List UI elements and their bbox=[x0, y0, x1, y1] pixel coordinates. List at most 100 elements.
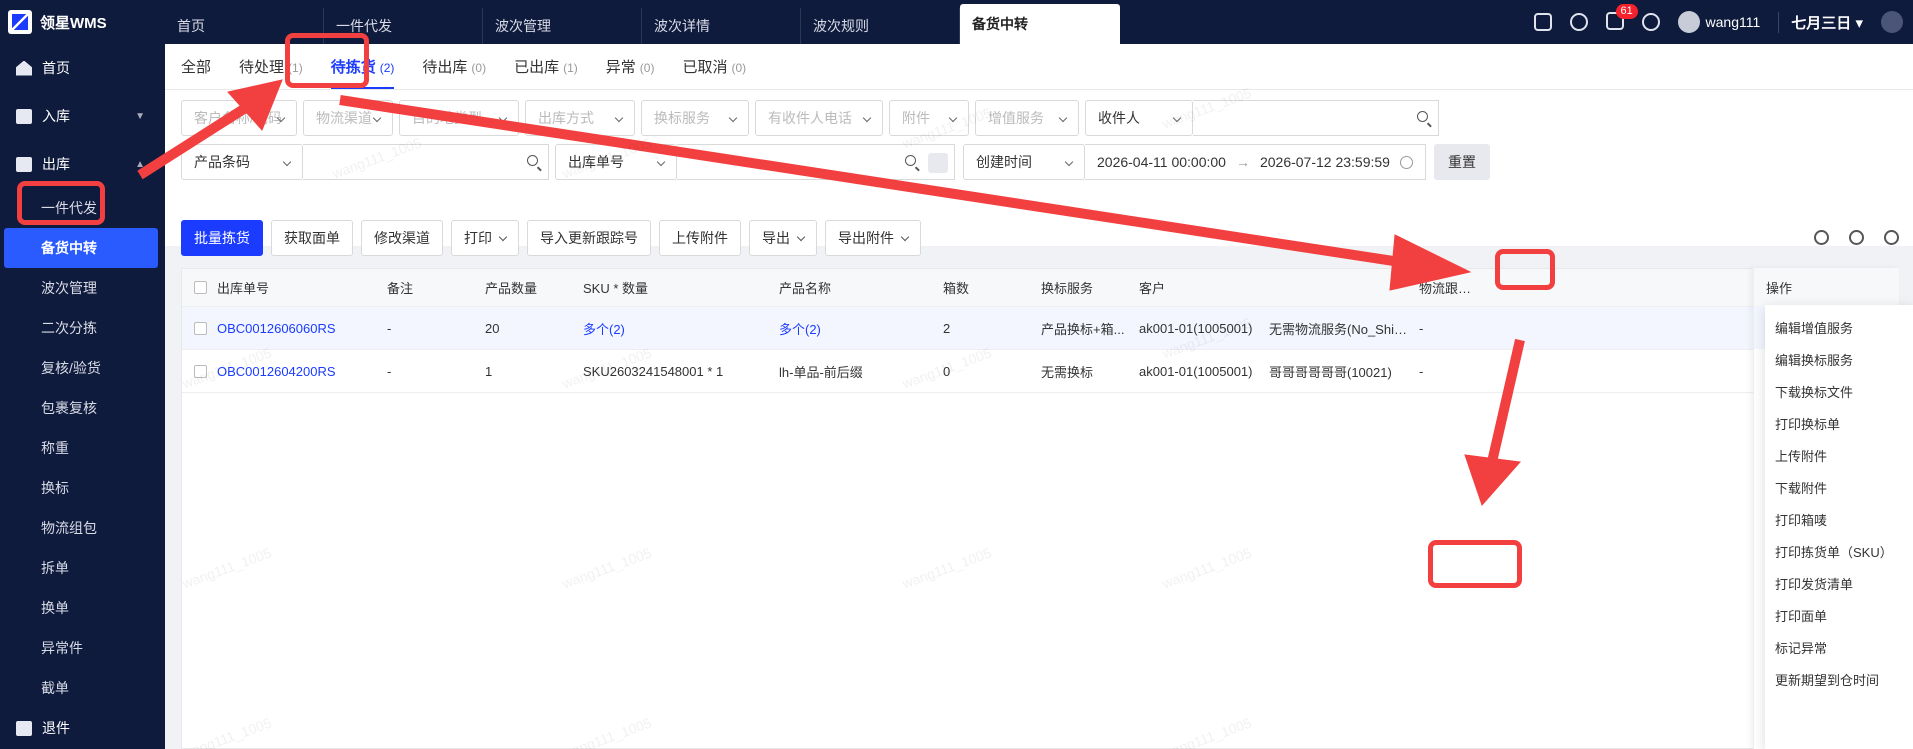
table-cell[interactable]: OBC0012606060RS bbox=[207, 321, 377, 336]
table-cell: 0 bbox=[943, 363, 951, 379]
sidebar-sub-12[interactable]: 截单 bbox=[0, 668, 165, 708]
sidebar-item-1[interactable]: 入库 ▼ bbox=[0, 92, 165, 140]
sidebar-sub-9[interactable]: 拆单 bbox=[0, 548, 165, 588]
notification-button[interactable]: 61 bbox=[1605, 3, 1638, 33]
sidebar-sub-1[interactable]: 备货中转 bbox=[4, 228, 158, 268]
status-tab-4[interactable]: 已出库 (1) bbox=[514, 56, 578, 77]
filter-channel[interactable]: 物流渠道 bbox=[303, 100, 393, 136]
table-row[interactable]: OBC0012604200RS -1 SKU2603241548001 * 1 lh-… bbox=[182, 350, 1897, 393]
recipient-select[interactable]: 收件人 bbox=[1085, 100, 1193, 136]
date-selector[interactable]: 七月三日 ▾ bbox=[1778, 11, 1863, 33]
toolbar-button-4[interactable]: 导入更新跟踪号 bbox=[527, 220, 651, 256]
product-select[interactable]: 产品条码 bbox=[181, 144, 303, 180]
sidebar-sub-10[interactable]: 换单 bbox=[0, 588, 165, 628]
table-cell[interactable]: 多个(2) bbox=[573, 319, 769, 338]
filter-relabel-service[interactable]: 换标服务 bbox=[641, 100, 749, 136]
app-name: 领星WMS bbox=[40, 14, 107, 32]
filter-vas[interactable]: 增值服务 bbox=[975, 100, 1079, 136]
dropdown-item-2[interactable]: 下载换标文件 bbox=[1765, 375, 1913, 407]
dropdown-item-7[interactable]: 打印拣货单（SKU） bbox=[1765, 535, 1913, 567]
select-all-checkbox[interactable] bbox=[194, 281, 207, 294]
refresh-icon[interactable] bbox=[1814, 230, 1829, 245]
gear-icon[interactable] bbox=[1641, 13, 1660, 31]
filter-recipient-phone[interactable]: 有收件人电话 bbox=[755, 100, 883, 136]
product-input[interactable] bbox=[303, 144, 549, 180]
status-tab-3[interactable]: 待出库 (0) bbox=[422, 56, 486, 77]
sidebar-item-return[interactable]: 退件 bbox=[0, 708, 165, 748]
filter-destination-type[interactable]: 目的地类型 bbox=[399, 100, 519, 136]
sidebar-sub-2[interactable]: 波次管理 bbox=[0, 268, 165, 308]
app-logo[interactable]: 领星WMS bbox=[0, 0, 165, 44]
table-row[interactable]: OBC0012606060RS -20 多个(2) 多个(2) 2 产品换标+箱... ak… bbox=[182, 307, 1897, 350]
toolbar-button-2[interactable]: 修改渠道 bbox=[361, 220, 443, 256]
order-input[interactable] bbox=[677, 144, 955, 180]
dropdown-item-10[interactable]: 标记异常 bbox=[1765, 631, 1913, 663]
table-cell[interactable]: OBC0012604200RS bbox=[207, 364, 377, 379]
dropdown-item-8[interactable]: 打印发货清单 bbox=[1765, 567, 1913, 599]
notification-badge: 61 bbox=[1615, 3, 1638, 19]
highlight-box bbox=[17, 181, 105, 225]
order-select[interactable]: 出库单号 bbox=[555, 144, 677, 180]
download-icon[interactable] bbox=[1569, 13, 1588, 31]
dropdown-item-5[interactable]: 下载附件 bbox=[1765, 471, 1913, 503]
time-type-select[interactable]: 创建时间 bbox=[963, 144, 1085, 180]
row-checkbox[interactable] bbox=[194, 364, 207, 378]
start-date: 2026-04-11 00:00:00 bbox=[1097, 154, 1226, 170]
dropdown-item-3[interactable]: 打印换标单 bbox=[1765, 407, 1913, 439]
highlight-box bbox=[285, 33, 369, 88]
tab-4[interactable]: 波次规则 bbox=[801, 8, 960, 44]
sidebar-sub-6[interactable]: 称重 bbox=[0, 428, 165, 468]
dropdown-item-6[interactable]: 打印箱唛 bbox=[1765, 503, 1913, 535]
toolbar-button-0[interactable]: 批量拣货 bbox=[181, 220, 263, 256]
filter-outbound-method[interactable]: 出库方式 bbox=[525, 100, 635, 136]
dropdown-item-1[interactable]: 编辑换标服务 bbox=[1765, 343, 1913, 375]
toolbar-button-1[interactable]: 获取面单 bbox=[271, 220, 353, 256]
search-icon[interactable] bbox=[1881, 11, 1903, 33]
multi-line-icon[interactable] bbox=[928, 153, 948, 173]
tab-3[interactable]: 波次详情 bbox=[642, 8, 801, 44]
dropdown-item-9[interactable]: 打印面单 bbox=[1765, 599, 1913, 631]
sidebar-sub-5[interactable]: 包裹复核 bbox=[0, 388, 165, 428]
sidebar-sub-7[interactable]: 换标 bbox=[0, 468, 165, 508]
dropdown-item-11[interactable]: 更新期望到仓时间 bbox=[1765, 663, 1913, 695]
sidebar-sub-3[interactable]: 二次分拣 bbox=[0, 308, 165, 348]
status-tab-6[interactable]: 已取消 (0) bbox=[682, 56, 746, 77]
date-range-picker[interactable]: 2026-04-11 00:00:00 → 2026-07-12 23:59:5… bbox=[1085, 144, 1426, 180]
recipient-input[interactable] bbox=[1193, 100, 1439, 136]
user-menu[interactable]: wang111 bbox=[1677, 11, 1760, 33]
toolbar-button-7[interactable]: 导出附件 bbox=[825, 220, 921, 256]
column-header: SKU * 数量 bbox=[583, 281, 649, 296]
header-actions: 61 wang111 七月三日 ▾ bbox=[1533, 0, 1913, 44]
status-tabs: 全部 待处理 (1) 待拣货 (2) 待出库 (0) 已出库 (1) 异常 (0) 已取消 (0) bbox=[165, 44, 1913, 90]
sidebar-sub-4[interactable]: 复核/验货 bbox=[0, 348, 165, 388]
status-tab-5[interactable]: 异常 (0) bbox=[606, 56, 655, 77]
sidebar-sub-11[interactable]: 异常件 bbox=[0, 628, 165, 668]
sidebar-item-0[interactable]: 首页 bbox=[0, 44, 165, 92]
outbound-icon bbox=[16, 156, 32, 172]
status-tab-count: (0) bbox=[639, 61, 655, 75]
tab-2[interactable]: 波次管理 bbox=[483, 8, 642, 44]
sidebar-sub-8[interactable]: 物流组包 bbox=[0, 508, 165, 548]
filter-attachment[interactable]: 附件 bbox=[889, 100, 969, 136]
inbox-icon[interactable] bbox=[1533, 13, 1552, 31]
order-table: 出库单号 备注 产品数量 SKU * 数量 产品名称 箱数 换标服务 客户 物流跟踪号 OBC0… bbox=[181, 268, 1898, 749]
toolbar-button-6[interactable]: 导出 bbox=[749, 220, 817, 256]
filter-customer[interactable]: 客户名称/代码 bbox=[181, 100, 297, 136]
row-checkbox[interactable] bbox=[194, 321, 207, 335]
table-cell: 20 bbox=[485, 320, 500, 336]
settings-icon[interactable] bbox=[1884, 230, 1899, 245]
table-cell: ak001-01(1005001) bbox=[1139, 363, 1253, 379]
table-cell[interactable]: 多个(2) bbox=[769, 319, 933, 338]
help-icon[interactable] bbox=[1849, 230, 1864, 245]
toolbar-button-3[interactable]: 打印 bbox=[451, 220, 519, 256]
status-tab-0[interactable]: 全部 bbox=[181, 56, 211, 77]
table-cell: 1 bbox=[485, 363, 493, 379]
select-value: 创建时间 bbox=[976, 154, 1032, 170]
status-tab-label: 已出库 bbox=[514, 59, 560, 76]
tab-5[interactable]: 备货中转 bbox=[960, 4, 1120, 44]
toolbar-button-5[interactable]: 上传附件 bbox=[659, 220, 741, 256]
highlight-box bbox=[1428, 540, 1522, 588]
reset-button[interactable]: 重置 bbox=[1433, 144, 1490, 180]
dropdown-item-0[interactable]: 编辑增值服务 bbox=[1765, 311, 1913, 343]
dropdown-item-4[interactable]: 上传附件 bbox=[1765, 439, 1913, 471]
